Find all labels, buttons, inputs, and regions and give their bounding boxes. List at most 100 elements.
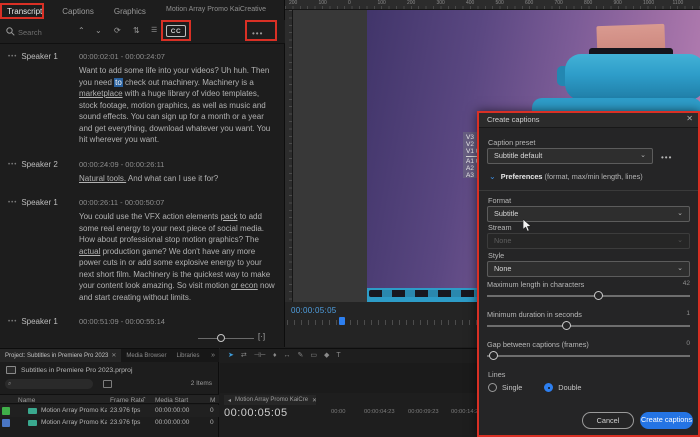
speaker-menu-icon[interactable]: ••• bbox=[8, 317, 17, 325]
column-name[interactable]: Name bbox=[18, 397, 35, 404]
monitor-playhead[interactable] bbox=[339, 317, 345, 325]
clip-icon bbox=[28, 408, 37, 414]
create-captions-icon[interactable]: CC bbox=[166, 25, 186, 37]
tab-transcript[interactable]: Transcript bbox=[4, 5, 45, 18]
previous-match-icon[interactable]: ⌃ bbox=[78, 25, 85, 37]
close-icon[interactable]: ✕ bbox=[686, 114, 693, 123]
slider-track[interactable] bbox=[487, 355, 690, 357]
slider-track[interactable] bbox=[487, 295, 690, 297]
text-segment: You could use the VFX action elements bbox=[79, 212, 221, 221]
chevron-down-icon: ⌄ bbox=[677, 237, 683, 244]
collapse-icon: ◂ bbox=[228, 397, 232, 404]
search-icon[interactable] bbox=[6, 27, 15, 36]
speaker-menu-icon[interactable]: ••• bbox=[8, 52, 17, 60]
text-segment: check out machinery. Machinery is a bbox=[122, 77, 254, 87]
timeline-tool-icon[interactable]: ♦ bbox=[273, 352, 277, 359]
chevron-down-icon: ⌄ bbox=[677, 210, 683, 217]
sort-ascending-icon[interactable]: ⌃ bbox=[142, 397, 147, 403]
fit-button-icon[interactable]: [·] bbox=[258, 332, 265, 341]
dialog-titlebar: Create captions ✕ bbox=[477, 111, 700, 128]
ruler-label: 500 bbox=[495, 0, 504, 6]
radio-double[interactable]: Double bbox=[544, 383, 581, 392]
ruler-label: 600 bbox=[525, 0, 534, 6]
search-input[interactable]: Search bbox=[18, 28, 73, 37]
ruler-label: 200 bbox=[289, 0, 298, 6]
project-panel-tabs: Project: Subtitles in Premiere Pro 2023 ✕… bbox=[0, 349, 219, 362]
entry-content: 00:00:02:01 - 00:00:24:07 Want to add som… bbox=[79, 52, 279, 146]
entry-speaker: ••• Speaker 1 bbox=[8, 198, 79, 303]
next-match-icon[interactable]: ⌄ bbox=[95, 25, 102, 37]
table-row[interactable]: Motion Array Promo KaiCre23.976 fps 00:00… bbox=[0, 417, 219, 429]
close-icon[interactable]: ✕ bbox=[312, 397, 316, 404]
selection-tool-icon[interactable]: ➤ bbox=[228, 351, 234, 359]
column-m[interactable]: M bbox=[210, 397, 215, 404]
timeline-tools: ➤ ⇄ ⊣⊢ ♦ ↔ ✎ ▭ ◆ T bbox=[228, 351, 341, 360]
more-options-icon[interactable]: ••• bbox=[252, 28, 263, 40]
entry-timecode: 00:00:51:09 - 00:00:55:14 bbox=[79, 317, 165, 326]
transcript-entry[interactable]: ••• Speaker 1 00:00:51:09 - 00:00:55:14How… bbox=[0, 309, 285, 330]
transcript-entry[interactable]: ••• Speaker 2 00:00:24:09 - 00:00:26:11 Nat… bbox=[0, 152, 285, 191]
ruler-label: 300 bbox=[436, 0, 445, 6]
slider-minimum-duration-in-seconds: Minimum duration in seconds 1 bbox=[487, 307, 690, 337]
ruler-label: 1000 bbox=[643, 0, 655, 6]
entry-speaker: ••• Speaker 1 bbox=[8, 317, 79, 330]
timeline-tool-icon[interactable]: ✎ bbox=[298, 351, 304, 359]
slider-track[interactable] bbox=[487, 325, 690, 327]
overflow-icon[interactable]: » bbox=[211, 352, 219, 359]
project-file[interactable]: Subtitles in Premiere Pro 2023.prproj bbox=[6, 366, 132, 374]
preset-more-icon[interactable]: ••• bbox=[661, 153, 672, 162]
sequence-tab[interactable]: ◂ Motion Array Promo KaiCre ✕ bbox=[224, 395, 316, 405]
entry-text: You could use the VFX action elements pa… bbox=[79, 211, 279, 303]
slider-label-row: Gap between captions (frames) 0 bbox=[487, 337, 690, 349]
preferences-toggle[interactable]: ⌄ Preferences (format, max/min length, li… bbox=[489, 172, 643, 181]
column-media-start[interactable]: Media Start bbox=[155, 397, 188, 404]
tab-captions[interactable]: Captions bbox=[59, 5, 97, 18]
cell-name: Motion Array Promo KaiCre bbox=[41, 407, 107, 414]
project-tab-libraries[interactable]: Libraries bbox=[171, 350, 204, 362]
cancel-button[interactable]: Cancel bbox=[582, 412, 634, 429]
timeline-ruler-label: 00:00 bbox=[331, 409, 346, 415]
filter-icon[interactable]: ☰ bbox=[151, 25, 157, 37]
column-frame-rate[interactable]: Frame Rate bbox=[110, 397, 144, 404]
close-icon[interactable]: ✕ bbox=[111, 353, 116, 359]
project-tab-project-subtitles-in-premiere-pro-2023[interactable]: Project: Subtitles in Premiere Pro 2023 ✕ bbox=[0, 349, 122, 362]
timeline-tool-icon[interactable]: T bbox=[336, 352, 340, 359]
timeline-tool-icon[interactable]: ↔ bbox=[284, 352, 291, 359]
caption-preset-select[interactable]: Subtitle default ⌄ bbox=[487, 148, 653, 164]
entry-speaker: ••• Speaker 1 bbox=[8, 52, 79, 146]
stream-select: None ⌄ bbox=[487, 233, 690, 249]
slider-thumb[interactable] bbox=[561, 320, 571, 330]
slider-thumb[interactable] bbox=[488, 350, 498, 360]
project-tab-media-browser[interactable]: Media Browser bbox=[121, 350, 171, 362]
slider-value: 42 bbox=[682, 280, 690, 287]
radio-single[interactable]: Single bbox=[488, 383, 522, 392]
text-segment: marketplace bbox=[79, 89, 123, 98]
sort-icon[interactable]: ⇅ bbox=[133, 25, 140, 37]
cell-media-start: 00:00:00:00 bbox=[155, 419, 190, 426]
timeline-tool-icon[interactable]: ◆ bbox=[324, 351, 329, 359]
tab-graphics[interactable]: Graphics bbox=[111, 5, 149, 18]
timeline-tool-icon[interactable]: ▭ bbox=[310, 351, 317, 359]
format-select[interactable]: Subtitle ⌄ bbox=[487, 206, 690, 222]
timeline-tool-icon[interactable]: ⇄ bbox=[241, 351, 247, 359]
style-value: None bbox=[494, 264, 512, 273]
create-captions-button[interactable]: Create captions bbox=[640, 412, 693, 429]
text-zoom-slider-thumb[interactable] bbox=[217, 334, 225, 342]
entry-timecode: 00:00:24:09 - 00:00:26:11 bbox=[79, 159, 165, 169]
transcript-entry[interactable]: ••• Speaker 1 00:00:02:01 - 00:00:24:07 Wan… bbox=[0, 44, 285, 152]
entry-content: 00:00:26:11 - 00:00:50:07 You could use t… bbox=[79, 198, 279, 303]
label-color-swatch[interactable] bbox=[2, 419, 10, 427]
view-toggle-icon[interactable] bbox=[103, 380, 112, 388]
transcript-entry[interactable]: ••• Speaker 1 00:00:26:11 - 00:00:50:07 You… bbox=[0, 190, 285, 309]
retranscribe-icon[interactable]: ⟳ bbox=[114, 25, 121, 37]
speaker-menu-icon[interactable]: ••• bbox=[8, 198, 17, 206]
style-select[interactable]: None ⌄ bbox=[487, 261, 690, 277]
slider-thumb[interactable] bbox=[594, 290, 604, 300]
speaker-menu-icon[interactable]: ••• bbox=[8, 160, 17, 168]
project-search-input[interactable]: ⌕ bbox=[5, 379, 93, 389]
ruler-label: 700 bbox=[554, 0, 563, 6]
timeline-tool-icon[interactable]: ⊣⊢ bbox=[254, 351, 266, 359]
ruler-label: 0 bbox=[348, 0, 351, 6]
table-row[interactable]: Motion Array Promo KaiCre23.976 fps 00:00… bbox=[0, 405, 219, 417]
label-color-swatch[interactable] bbox=[2, 407, 10, 415]
